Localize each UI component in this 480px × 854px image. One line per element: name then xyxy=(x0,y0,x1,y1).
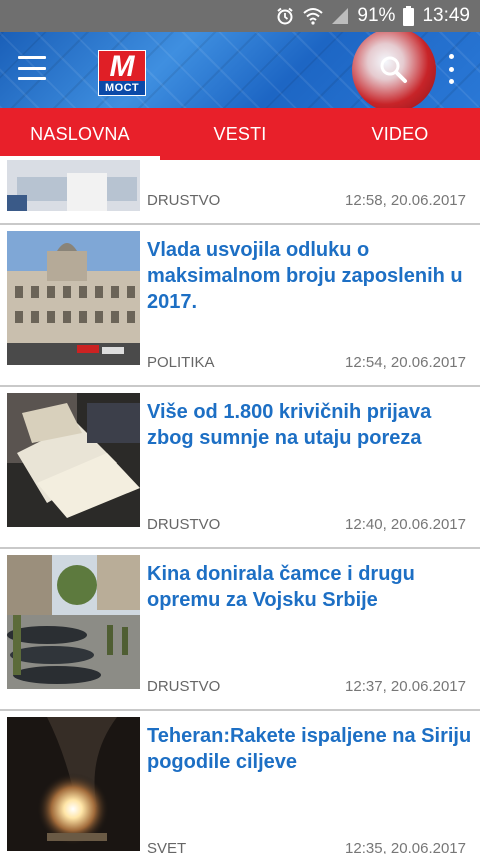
article-item[interactable]: Kina donirala čamce i drugu opremu za Vo… xyxy=(0,549,480,711)
article-category[interactable]: DRUSTVO xyxy=(147,192,220,209)
article-title[interactable]: Vlada usvojila odluku o maksimalnom broj… xyxy=(147,237,473,315)
article-thumbnail xyxy=(7,717,140,851)
battery-percent: 91% xyxy=(357,5,396,26)
article-title[interactable]: Više od 1.800 krivičnih prijava zbog sum… xyxy=(147,399,473,451)
article-meta: POLITIKA 12:54, 20.06.2017 xyxy=(147,354,466,371)
section-tabs: NASLOVNA VESTI VIDEO xyxy=(0,108,480,160)
article-time: 12:54, 20.06.2017 xyxy=(345,354,466,371)
most-logo[interactable]: M МОСТ xyxy=(98,50,146,96)
logo-letter: M xyxy=(109,50,135,83)
more-options-icon[interactable] xyxy=(446,54,456,84)
article-category[interactable]: DRUSTVO xyxy=(147,678,220,695)
article-time: 12:40, 20.06.2017 xyxy=(345,516,466,533)
search-icon[interactable] xyxy=(378,54,408,84)
article-meta: SVET 12:35, 20.06.2017 xyxy=(147,840,466,854)
article-category[interactable]: DRUSTVO xyxy=(147,516,220,533)
article-time: 12:37, 20.06.2017 xyxy=(345,678,466,695)
article-item[interactable]: Više od 1.800 krivičnih prijava zbog sum… xyxy=(0,387,480,549)
article-meta: DRUSTVO 12:58, 20.06.2017 xyxy=(147,192,466,209)
article-item[interactable]: Vlada usvojila odluku o maksimalnom broj… xyxy=(0,225,480,387)
article-thumbnail xyxy=(7,231,140,365)
article-thumbnail xyxy=(7,160,140,211)
clock-time: 13:49 xyxy=(422,5,470,26)
wifi-icon xyxy=(303,7,324,25)
article-time: 12:35, 20.06.2017 xyxy=(345,840,466,854)
article-title[interactable]: Teheran:Rakete ispaljene na Siriju pogod… xyxy=(147,723,473,775)
article-title[interactable]: Kina donirala čamce i drugu opremu za Vo… xyxy=(147,561,473,613)
tab-video[interactable]: VIDEO xyxy=(320,108,480,160)
article-item[interactable]: DRUSTVO 12:58, 20.06.2017 xyxy=(0,160,480,225)
article-item[interactable]: Teheran:Rakete ispaljene na Siriju pogod… xyxy=(0,711,480,854)
hamburger-menu-icon[interactable] xyxy=(18,56,46,80)
status-bar: 91% 13:49 xyxy=(0,0,480,32)
news-feed[interactable]: DRUSTVO 12:58, 20.06.2017 Vlada usvojila… xyxy=(0,160,480,854)
battery-icon xyxy=(403,6,415,26)
article-category[interactable]: POLITIKA xyxy=(147,354,215,371)
app-header: M МОСТ xyxy=(0,32,480,108)
logo-word: МОСТ xyxy=(99,81,145,95)
article-time: 12:58, 20.06.2017 xyxy=(345,192,466,209)
article-meta: DRUSTVO 12:40, 20.06.2017 xyxy=(147,516,466,533)
signal-icon xyxy=(331,7,349,25)
alarm-icon xyxy=(275,6,295,26)
article-thumbnail xyxy=(7,393,140,527)
tab-vesti[interactable]: VESTI xyxy=(160,108,320,160)
tab-naslovna[interactable]: NASLOVNA xyxy=(0,108,160,160)
article-category[interactable]: SVET xyxy=(147,840,186,854)
article-thumbnail xyxy=(7,555,140,689)
article-meta: DRUSTVO 12:37, 20.06.2017 xyxy=(147,678,466,695)
